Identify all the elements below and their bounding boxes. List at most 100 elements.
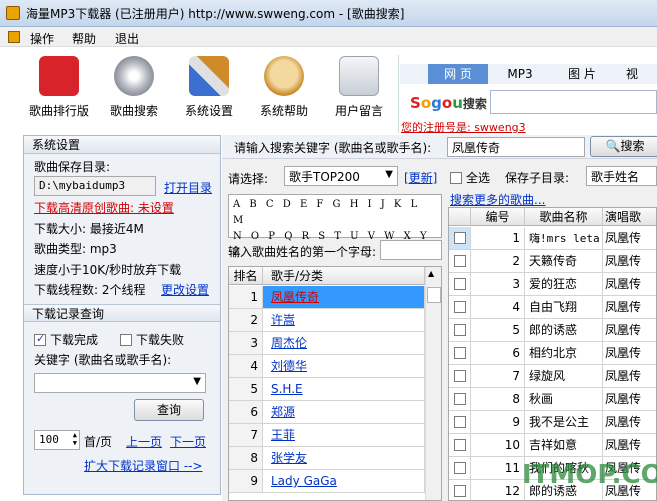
singer-name-link[interactable]: 王菲 bbox=[263, 424, 425, 447]
singer-name-link[interactable]: 凤凰传奇 bbox=[263, 286, 425, 309]
more-songs-link[interactable]: 搜索更多的歌曲... bbox=[450, 191, 545, 208]
change-settings-link[interactable]: 更改设置 bbox=[161, 281, 209, 298]
prev-page-link[interactable]: 上一页 bbox=[126, 433, 162, 450]
expand-history-link[interactable]: 扩大下载记录窗口 --> bbox=[84, 457, 203, 474]
singer-name-link[interactable]: S.H.E bbox=[263, 378, 425, 401]
tab-video[interactable]: 视 bbox=[612, 64, 652, 84]
toolbar-settings-button[interactable]: 系统设置 bbox=[172, 52, 246, 132]
first-letter-input[interactable] bbox=[380, 240, 442, 260]
toolbar-help-button[interactable]: 系统帮助 bbox=[247, 52, 321, 132]
checkbox-unchecked-icon bbox=[453, 278, 466, 290]
tab-mp3[interactable]: MP3 bbox=[490, 64, 550, 84]
singer-scrollbar[interactable]: ▲ bbox=[425, 267, 441, 500]
tools-icon bbox=[189, 56, 229, 96]
singer-name-link[interactable]: 周杰伦 bbox=[263, 332, 425, 355]
select-all-checkbox[interactable]: 全选 bbox=[450, 169, 490, 186]
song-title: 秋画 bbox=[525, 388, 603, 411]
song-artist: 凤凰传 bbox=[603, 296, 656, 319]
song-no: 9 bbox=[471, 411, 525, 434]
spin-arrows-icon[interactable]: ▲ ▼ bbox=[73, 431, 77, 447]
song-artist: 凤凰传 bbox=[603, 319, 656, 342]
chevron-down-icon: ▼ bbox=[193, 376, 201, 387]
checkbox-unchecked-icon bbox=[453, 301, 466, 313]
song-artist: 凤凰传 bbox=[603, 365, 656, 388]
song-artist: 凤凰传 bbox=[603, 434, 656, 457]
music-disc-icon bbox=[114, 56, 154, 96]
help-robot-icon bbox=[264, 56, 304, 96]
song-col-artist[interactable]: 演唱歌 bbox=[603, 208, 656, 226]
song-row-checkbox[interactable] bbox=[449, 480, 471, 500]
singer-name-link[interactable]: Lady GaGa bbox=[263, 470, 425, 493]
category-select[interactable]: 歌手TOP200 ▼ bbox=[284, 166, 398, 186]
category-select-value: 歌手TOP200 bbox=[289, 170, 360, 184]
song-artist: 凤凰传 bbox=[603, 411, 656, 434]
menu-help[interactable]: 帮助 bbox=[72, 30, 96, 47]
song-no: 12 bbox=[471, 480, 525, 500]
chart-book-icon bbox=[39, 56, 79, 96]
song-artist: 凤凰传 bbox=[603, 388, 656, 411]
update-link[interactable]: [更新] bbox=[404, 169, 437, 186]
checkbox-unchecked-icon bbox=[453, 462, 466, 474]
tab-images[interactable]: 图 片 bbox=[552, 64, 612, 84]
search-bar: 请输入搜索关键字 (歌曲名或歌手名): 凤凰传奇 🔍搜索 bbox=[222, 135, 657, 159]
open-dir-link[interactable]: 打开目录 bbox=[164, 179, 212, 196]
alphabet-row-1[interactable]: A B C D E F G H I J K L M bbox=[233, 197, 437, 229]
song-row-checkbox[interactable] bbox=[449, 227, 471, 250]
search-input[interactable]: 凤凰传奇 bbox=[447, 137, 585, 157]
singer-name-link[interactable]: 张学友 bbox=[263, 447, 425, 470]
singer-col-rank[interactable]: 排名 bbox=[229, 267, 263, 285]
song-type: 歌曲类型: mp3 bbox=[34, 242, 117, 256]
hq-download-link[interactable]: 下载高清原创歌曲: 未设置 bbox=[34, 199, 174, 216]
song-row-checkbox[interactable] bbox=[449, 296, 471, 319]
singer-rank: 1 bbox=[229, 286, 263, 309]
keyword-label: 关键字 (歌曲名或歌手名): bbox=[34, 353, 172, 367]
query-button[interactable]: 查询 bbox=[134, 399, 204, 421]
song-row-checkbox[interactable] bbox=[449, 434, 471, 457]
speed-rule: 速度小于10K/秒时放弃下载 bbox=[34, 263, 182, 277]
song-title: 自由飞翔 bbox=[525, 296, 603, 319]
checkbox-unchecked-icon bbox=[453, 255, 466, 267]
song-row-checkbox[interactable] bbox=[449, 365, 471, 388]
singer-col-name[interactable]: 歌手/分类 bbox=[263, 267, 425, 285]
per-page-label: 首/页 bbox=[84, 435, 113, 449]
song-row-checkbox[interactable] bbox=[449, 273, 471, 296]
scroll-thumb[interactable] bbox=[427, 287, 441, 303]
song-row-checkbox[interactable] bbox=[449, 388, 471, 411]
search-button[interactable]: 🔍搜索 bbox=[590, 136, 657, 157]
keyword-combo[interactable]: ▼ bbox=[34, 373, 206, 393]
download-fail-checkbox[interactable]: 下载失败 bbox=[120, 331, 184, 348]
sogou-search-input[interactable] bbox=[490, 90, 657, 114]
menu-operate[interactable]: 操作 bbox=[30, 30, 54, 47]
song-no: 4 bbox=[471, 296, 525, 319]
song-col-title[interactable]: 歌曲名称 bbox=[525, 208, 603, 226]
save-dir-field[interactable]: D:\mybaidump3 bbox=[34, 176, 156, 196]
song-row-checkbox[interactable] bbox=[449, 411, 471, 434]
menu-exit[interactable]: 退出 bbox=[115, 30, 139, 47]
song-row-checkbox[interactable] bbox=[449, 457, 471, 480]
toolbar-chart-button[interactable]: 歌曲排行版 bbox=[22, 52, 96, 132]
song-no: 1 bbox=[471, 227, 525, 250]
song-row-checkbox[interactable] bbox=[449, 342, 471, 365]
next-page-link[interactable]: 下一页 bbox=[170, 433, 206, 450]
tab-web[interactable]: 网 页 bbox=[428, 64, 488, 84]
song-no: 8 bbox=[471, 388, 525, 411]
song-no: 2 bbox=[471, 250, 525, 273]
menu-bar: 操作 帮助 退出 bbox=[0, 27, 657, 47]
save-subdir-select[interactable]: 歌手姓名 bbox=[586, 166, 657, 186]
scroll-up-icon[interactable]: ▲ bbox=[428, 269, 434, 278]
song-row-checkbox[interactable] bbox=[449, 250, 471, 273]
page-size-stepper[interactable]: 100 ▲ ▼ bbox=[34, 430, 80, 450]
singer-rank: 7 bbox=[229, 424, 263, 447]
song-col-no[interactable]: 编号 bbox=[471, 208, 525, 226]
watermark: ITMOP.COM bbox=[522, 460, 657, 490]
registration-number: 您的注册号是: swweng3 bbox=[401, 121, 526, 134]
song-row-checkbox[interactable] bbox=[449, 319, 471, 342]
song-title: 天籁传奇 bbox=[525, 250, 603, 273]
download-done-checkbox[interactable]: 下载完成 bbox=[34, 331, 98, 348]
alphabet-picker[interactable]: A B C D E F G H I J K L M N O P Q R S T … bbox=[228, 194, 442, 258]
singer-name-link[interactable]: 郑源 bbox=[263, 401, 425, 424]
singer-name-link[interactable]: 刘德华 bbox=[263, 355, 425, 378]
toolbar-message-button[interactable]: 用户留言 bbox=[322, 52, 396, 132]
singer-name-link[interactable]: 许嵩 bbox=[263, 309, 425, 332]
toolbar-search-button[interactable]: 歌曲搜索 bbox=[97, 52, 171, 132]
